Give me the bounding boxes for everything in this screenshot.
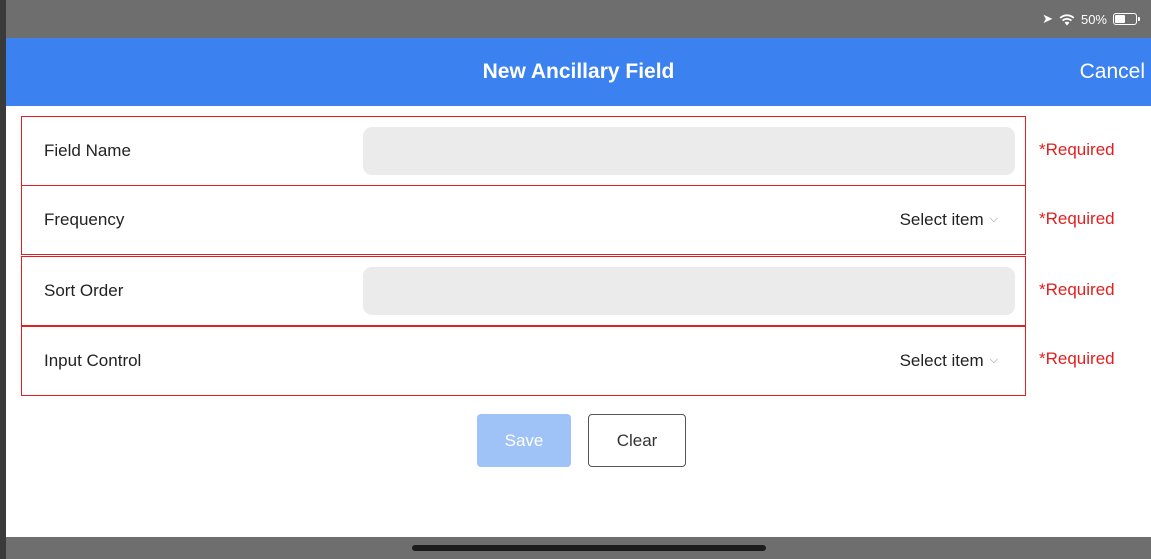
wifi-icon [1059, 13, 1075, 25]
input-control-select-value: Select item [899, 351, 984, 370]
sort-order-required: *Required [1039, 280, 1115, 299]
frequency-select[interactable]: Select item ⌵ [900, 210, 998, 230]
nav-bar: New Ancillary Field Cancel [0, 38, 1151, 106]
frequency-label: Frequency [44, 210, 125, 229]
sort-order-input[interactable] [363, 267, 1015, 315]
frequency-row: Frequency Select item ⌵ [21, 185, 1026, 255]
clear-button[interactable]: Clear [588, 414, 686, 467]
sort-order-row: Sort Order [21, 256, 1026, 326]
field-name-label: Field Name [44, 141, 131, 160]
input-control-label: Input Control [44, 351, 142, 370]
sort-order-label: Sort Order [44, 281, 124, 300]
cancel-button[interactable]: Cancel [1080, 38, 1145, 106]
home-bar-area [0, 537, 1151, 559]
input-control-row: Input Control Select item ⌵ [21, 326, 1026, 396]
frequency-required: *Required [1039, 209, 1115, 228]
frequency-select-value: Select item [899, 210, 984, 229]
page-title: New Ancillary Field [482, 60, 675, 83]
form-container: Field Name *Required Frequency Select it… [0, 106, 1151, 537]
field-name-input[interactable] [363, 127, 1015, 175]
form-actions: Save Clear [0, 414, 1151, 468]
chevron-down-icon: ⌵ [989, 353, 998, 366]
input-control-select[interactable]: Select item ⌵ [900, 351, 998, 371]
field-name-required: *Required [1039, 140, 1115, 159]
home-indicator[interactable] [412, 545, 766, 551]
location-arrow-icon: ➤ [1042, 11, 1053, 26]
battery-percent: 50% [1080, 11, 1107, 27]
battery-icon [1113, 13, 1140, 25]
status-bar: ➤ 50% [0, 0, 1151, 38]
field-name-row: Field Name [21, 116, 1026, 186]
chevron-down-icon: ⌵ [989, 212, 998, 225]
save-button[interactable]: Save [477, 414, 571, 467]
input-control-required: *Required [1039, 349, 1115, 368]
